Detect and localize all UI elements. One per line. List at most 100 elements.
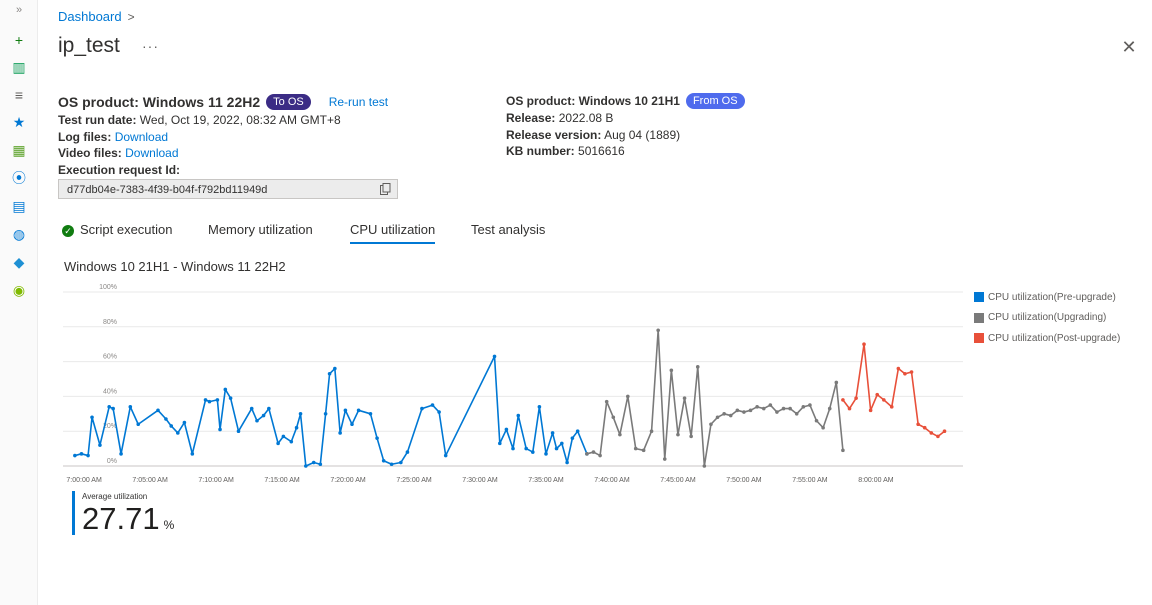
data-point xyxy=(276,441,280,446)
data-point xyxy=(676,432,680,437)
sql-icon[interactable]: ▤ xyxy=(10,197,28,215)
x-tick-label: 7:10:00 AM xyxy=(198,477,234,484)
data-point xyxy=(801,405,806,409)
data-point xyxy=(936,434,940,439)
data-point xyxy=(249,406,254,411)
data-point xyxy=(430,403,435,407)
data-point xyxy=(916,422,920,427)
data-point xyxy=(399,460,403,465)
x-tick-label: 7:45:00 AM xyxy=(660,477,696,484)
data-point xyxy=(327,371,332,376)
data-point xyxy=(311,460,316,465)
data-point xyxy=(73,453,77,458)
y-tick-label: 60% xyxy=(103,354,117,361)
data-point xyxy=(524,446,528,451)
all-services-icon[interactable]: ≡ xyxy=(10,86,28,104)
data-point xyxy=(111,406,115,411)
data-point xyxy=(709,422,713,427)
data-point xyxy=(215,398,220,402)
data-point xyxy=(375,436,379,440)
average-utilization-value: 27.71 xyxy=(82,501,160,536)
data-point xyxy=(565,460,569,465)
data-point xyxy=(827,406,832,411)
data-point xyxy=(591,450,596,454)
all-resources-icon[interactable]: ▦ xyxy=(10,141,28,159)
x-tick-label: 7:00:00 AM xyxy=(66,477,102,484)
data-point xyxy=(90,415,94,420)
data-point xyxy=(304,464,308,468)
data-point xyxy=(882,398,886,402)
data-point xyxy=(343,408,348,413)
diamond-icon[interactable]: ◆ xyxy=(10,253,28,271)
data-point xyxy=(761,406,766,411)
data-point xyxy=(255,418,259,423)
data-point xyxy=(722,412,726,416)
data-point xyxy=(356,408,361,413)
data-point xyxy=(788,406,792,411)
data-point xyxy=(128,405,133,409)
data-point xyxy=(261,413,266,418)
data-point xyxy=(119,452,123,456)
data-point xyxy=(443,453,448,458)
data-point xyxy=(847,406,852,411)
data-point xyxy=(136,422,141,427)
data-point xyxy=(626,394,630,399)
data-point xyxy=(236,429,241,434)
y-tick-label: 100% xyxy=(99,284,117,291)
data-point xyxy=(689,434,693,439)
data-point xyxy=(389,462,394,467)
data-point xyxy=(156,408,160,413)
main-pane: Dashboard > ip_test ··· ✕ OS product: Win… xyxy=(38,0,1152,605)
x-tick-label: 7:55:00 AM xyxy=(792,477,828,484)
data-point xyxy=(728,413,733,418)
data-point xyxy=(755,405,759,409)
data-point xyxy=(775,410,779,414)
x-tick-label: 7:50:00 AM xyxy=(726,477,762,484)
data-point xyxy=(405,450,410,454)
legend-label: CPU utilization(Upgrading) xyxy=(988,312,1107,324)
data-point xyxy=(570,436,575,440)
data-point xyxy=(203,398,208,402)
resource-groups-icon[interactable]: ⦿ xyxy=(10,169,28,187)
data-point xyxy=(656,328,660,333)
y-tick-label: 80% xyxy=(103,319,117,326)
data-point xyxy=(164,417,168,421)
data-point xyxy=(903,371,907,376)
x-tick-label: 7:35:00 AM xyxy=(528,477,564,484)
globe-icon[interactable]: ◍ xyxy=(10,225,28,243)
chart-legend: CPU utilization(Pre-upgrade) CPU utilizat… xyxy=(974,287,1120,349)
legend-item[interactable]: CPU utilization(Upgrading) xyxy=(974,308,1120,329)
create-icon[interactable]: + xyxy=(10,31,28,49)
data-point xyxy=(289,439,294,444)
series-line-2 xyxy=(586,329,844,467)
data-point xyxy=(107,405,111,409)
data-point xyxy=(560,441,564,446)
data-point xyxy=(223,387,228,392)
data-point xyxy=(267,406,271,411)
expand-menu-icon[interactable]: » xyxy=(0,4,38,16)
data-point xyxy=(575,429,580,434)
legend-swatch xyxy=(974,333,984,344)
data-point xyxy=(841,398,845,402)
data-point xyxy=(598,453,602,458)
data-point xyxy=(281,434,286,439)
data-point xyxy=(662,457,667,461)
x-tick-label: 7:40:00 AM xyxy=(594,477,630,484)
data-point xyxy=(294,425,299,430)
data-point xyxy=(420,406,424,411)
data-point xyxy=(695,365,700,369)
x-tick-label: 7:05:00 AM xyxy=(132,477,168,484)
legend-item[interactable]: CPU utilization(Post-upgrade) xyxy=(974,328,1120,349)
data-point xyxy=(604,399,609,404)
data-point xyxy=(350,422,354,427)
favorites-icon[interactable]: ★ xyxy=(10,113,28,131)
dashboard-icon[interactable]: ▥ xyxy=(10,58,28,76)
legend-item[interactable]: CPU utilization(Pre-upgrade) xyxy=(974,287,1120,308)
x-tick-label: 7:25:00 AM xyxy=(396,477,432,484)
data-point xyxy=(333,366,337,371)
data-point xyxy=(641,448,646,453)
average-utilization: Average utilization 27.71% xyxy=(72,491,174,535)
monitor-icon[interactable]: ◉ xyxy=(10,281,28,299)
legend-label: CPU utilization(Post-upgrade) xyxy=(988,332,1121,344)
data-point xyxy=(182,420,187,425)
